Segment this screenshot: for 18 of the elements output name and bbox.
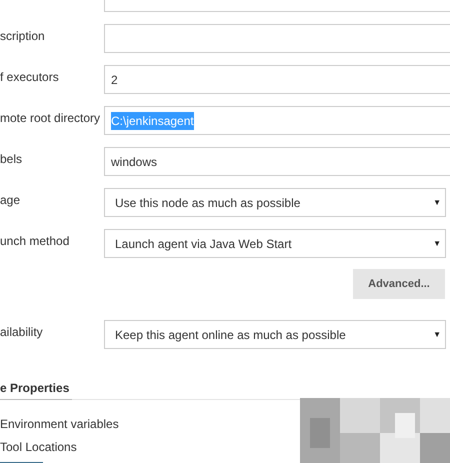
- dropdown[interactable]: Keep this agent online as much as possible ▼: [104, 320, 446, 349]
- checkbox-label[interactable]: Tool Locations: [0, 438, 300, 453]
- field-label: unch method: [0, 233, 70, 250]
- checkbox-label[interactable]: Environment variables: [0, 415, 300, 430]
- input-field[interactable]: windows: [104, 147, 450, 176]
- input-field[interactable]: 2: [104, 65, 450, 94]
- field-label: bels: [0, 151, 24, 168]
- field-label: mote root directory: [0, 110, 102, 127]
- field-label: ailability: [0, 324, 44, 341]
- section-heading: e Properties: [0, 381, 70, 395]
- dropdown[interactable]: Launch agent via Java Web Start ▼: [104, 229, 446, 258]
- input-field[interactable]: [104, 24, 450, 53]
- advanced-button[interactable]: Advanced...: [353, 269, 445, 299]
- field-label: age: [0, 192, 22, 209]
- field-label: f executors: [0, 69, 60, 86]
- input-field[interactable]: [104, 0, 450, 12]
- dropdown[interactable]: Use this node as much as possible ▼: [104, 188, 446, 217]
- field-label: scription: [0, 28, 46, 45]
